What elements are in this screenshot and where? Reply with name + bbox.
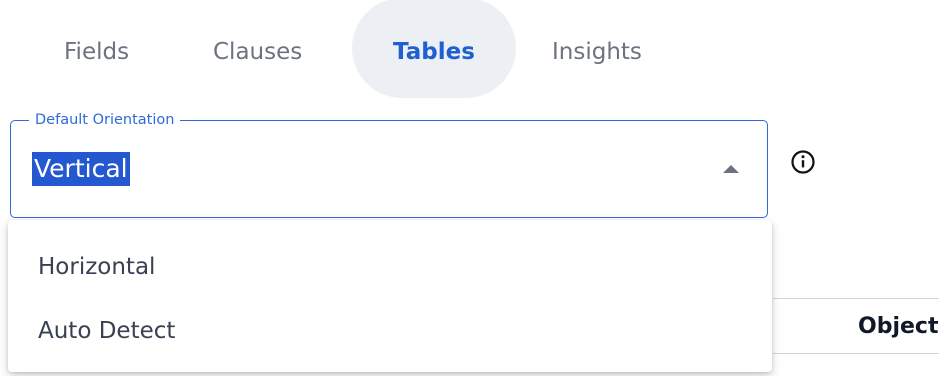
default-orientation-value[interactable]: Vertical xyxy=(32,152,130,186)
tab-tables[interactable]: Tables xyxy=(352,32,516,72)
tab-fields[interactable]: Fields xyxy=(64,32,129,72)
page: Fields Clauses Tables Insights Default O… xyxy=(0,0,939,376)
tab-clauses[interactable]: Clauses xyxy=(213,32,302,72)
default-orientation-label: Default Orientation xyxy=(29,110,181,130)
option-auto-detect[interactable]: Auto Detect xyxy=(8,300,772,362)
option-horizontal[interactable]: Horizontal xyxy=(8,236,772,298)
tab-insights[interactable]: Insights xyxy=(552,32,642,72)
orientation-dropdown-menu: Horizontal Auto Detect xyxy=(8,220,772,372)
default-orientation-select[interactable]: Default Orientation Vertical xyxy=(10,110,768,218)
info-circle-icon[interactable] xyxy=(789,148,817,176)
triangle-up-icon[interactable] xyxy=(723,165,739,173)
column-header-object[interactable]: Object xyxy=(858,312,938,342)
tab-bar: Fields Clauses Tables Insights xyxy=(0,0,700,100)
